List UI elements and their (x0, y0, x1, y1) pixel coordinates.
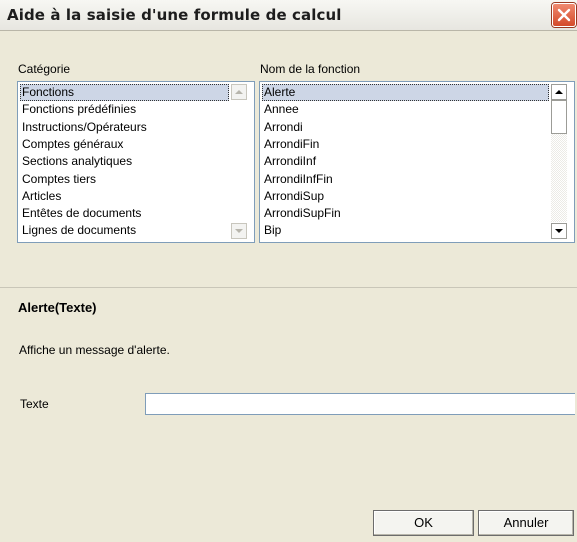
close-icon (557, 8, 571, 22)
function-scroll-down-button[interactable] (551, 223, 567, 239)
category-item[interactable]: Instructions/Opérateurs (20, 119, 229, 136)
function-item[interactable]: Arrondi (262, 119, 549, 136)
function-item[interactable]: Alerte (262, 84, 549, 101)
function-item[interactable]: ArrondiFin (262, 136, 549, 153)
title-bar[interactable]: Aide à la saisie d'une formule de calcul (0, 0, 577, 31)
function-signature: Alerte(Texte) (18, 300, 97, 315)
function-item[interactable]: Bip (262, 222, 549, 239)
category-item[interactable]: Fonctions prédéfinies (20, 101, 229, 118)
function-item[interactable]: ArrondiInf (262, 153, 549, 170)
dialog-window: Aide à la saisie d'une formule de calcul… (0, 0, 577, 542)
cancel-button[interactable]: Annuler (478, 510, 574, 536)
category-scroll-down-button[interactable] (231, 223, 247, 239)
category-item[interactable]: Comptes tiers (20, 171, 229, 188)
function-scroll-thumb[interactable] (551, 100, 567, 134)
category-item[interactable]: Articles (20, 188, 229, 205)
function-item[interactable]: ArrondiSup (262, 188, 549, 205)
function-list-label: Nom de la fonction (260, 62, 361, 76)
category-item[interactable]: Fonctions (20, 84, 229, 101)
category-item[interactable]: Entêtes de documents (20, 205, 229, 222)
category-item[interactable]: Lignes de documents (20, 222, 229, 239)
chevron-up-icon (555, 90, 563, 94)
chevron-down-icon (235, 229, 243, 233)
category-listbox[interactable]: Fonctions Fonctions prédéfinies Instructio… (17, 81, 255, 243)
close-button[interactable] (552, 3, 576, 27)
category-item[interactable]: Comptes généraux (20, 136, 229, 153)
section-divider (0, 287, 577, 288)
ok-button[interactable]: OK (373, 510, 474, 536)
function-item[interactable]: Annee (262, 101, 549, 118)
parameter-label: Texte (20, 397, 49, 411)
chevron-down-icon (555, 229, 563, 233)
function-listbox[interactable]: Alerte Annee Arrondi ArrondiFin ArrondiInf Ar… (259, 81, 575, 243)
chevron-up-icon (235, 90, 243, 94)
category-label: Catégorie (18, 62, 71, 76)
category-item[interactable]: Sections analytiques (20, 153, 229, 170)
category-scroll-up-button[interactable] (231, 84, 247, 100)
window-title: Aide à la saisie d'une formule de calcul (7, 6, 342, 24)
function-item[interactable]: ArrondiSupFin (262, 205, 549, 222)
parameter-input[interactable] (145, 393, 575, 415)
function-description: Affiche un message d'alerte. (19, 343, 170, 357)
function-scroll-up-button[interactable] (551, 84, 567, 100)
function-item[interactable]: ArrondiInfFin (262, 171, 549, 188)
